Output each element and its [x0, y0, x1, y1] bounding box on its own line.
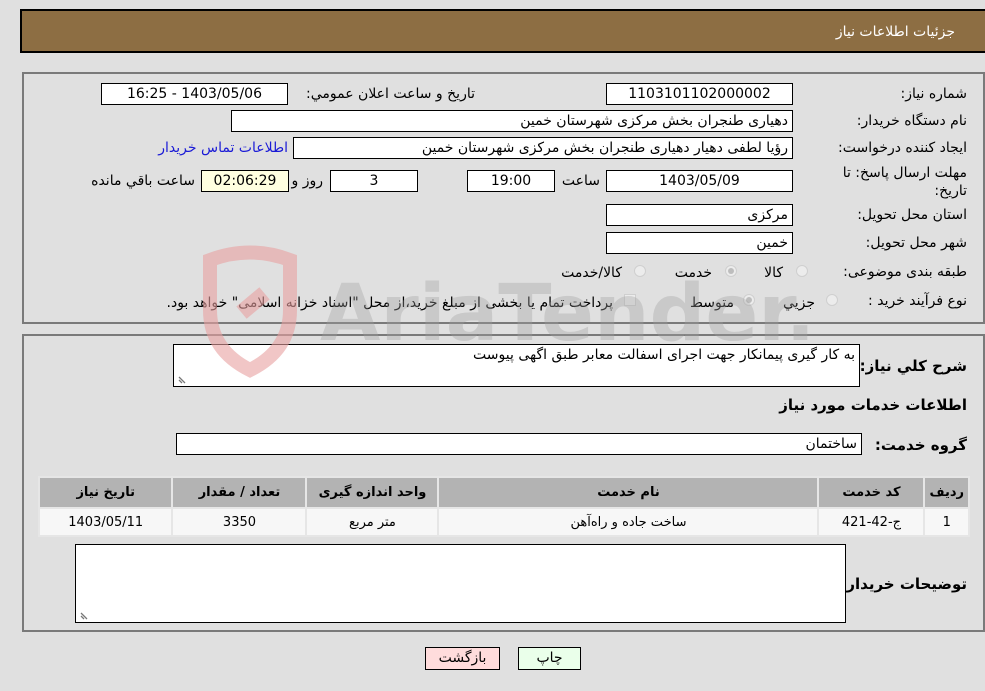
deadline-time-field[interactable]: 19:00	[467, 170, 555, 192]
category-radio-goods[interactable]	[796, 265, 808, 277]
cell-unit: متر مربع	[305, 507, 440, 537]
print-button[interactable]: چاپ	[518, 647, 581, 670]
back-button[interactable]: بازگشت	[425, 647, 500, 670]
category-radio-goods-service[interactable]	[634, 265, 646, 277]
treasury-checkbox[interactable]	[624, 294, 636, 306]
description-text: به کار گیری پیمانکار جهت اجرای اسفالت مع…	[473, 347, 855, 363]
buyer-notes-textarea[interactable]	[75, 544, 846, 623]
col-date: تاریخ نیاز	[37, 476, 174, 509]
province-field[interactable]: مرکزی	[606, 204, 793, 226]
cell-date: 1403/05/11	[37, 507, 174, 537]
table-row: 1 ج-42-421 ساخت جاده و راه‌آهن متر مربع …	[37, 507, 970, 537]
creator-field[interactable]: رؤیا لطفی دهیار دهیاری طنجران بخش مرکزی …	[293, 137, 793, 159]
buyer-contact-link[interactable]: اطلاعات تماس خریدار	[158, 140, 288, 156]
table-header-row: ردیف کد خدمت نام خدمت واحد اندازه گیری ت…	[37, 476, 970, 509]
need-number-label: شماره نیاز:	[900, 86, 968, 102]
resize-grip-icon[interactable]	[79, 610, 89, 620]
need-number-field[interactable]: 1103101102000002	[606, 83, 793, 105]
process-label: نوع فرآیند خرید :	[868, 293, 967, 309]
category-label: طبقه بندی موضوعی:	[843, 264, 967, 280]
category-radio-service[interactable]	[725, 265, 737, 277]
process-option-minor: جزیي	[783, 295, 815, 311]
category-option-service: خدمت	[674, 265, 712, 281]
description-textarea[interactable]: به کار گیری پیمانکار جهت اجرای اسفالت مع…	[173, 344, 860, 387]
description-label: شرح کلي نیاز:	[859, 357, 967, 375]
province-label: استان محل تحویل:	[857, 207, 967, 223]
category-option-goods-service: کالا/خدمت	[561, 265, 622, 281]
deadline-date-field[interactable]: 1403/05/09	[606, 170, 793, 192]
resize-grip-icon[interactable]	[177, 374, 187, 384]
city-field[interactable]: خمین	[606, 232, 793, 254]
announce-datetime-field[interactable]: 1403/05/06 - 16:25	[101, 83, 288, 105]
buyer-org-label: نام دستگاه خریدار:	[856, 113, 967, 129]
days-label: روز و	[291, 173, 324, 189]
process-radio-minor[interactable]	[826, 294, 838, 306]
service-group-field[interactable]: ساختمان	[176, 433, 862, 455]
col-name: نام خدمت	[437, 476, 820, 509]
col-row: ردیف	[923, 476, 970, 509]
remaining-label: ساعت باقي مانده	[91, 173, 195, 189]
buyer-notes-label: توضیحات خریدار:	[840, 575, 967, 593]
announce-label: تاریخ و ساعت اعلان عمومي:	[306, 86, 475, 102]
buyer-org-field[interactable]: دهیاری طنجران بخش مرکزی شهرستان خمین	[231, 110, 793, 132]
page-title: جزئیات اطلاعات نیاز	[835, 24, 955, 40]
cell-code: ج-42-421	[817, 507, 926, 537]
process-option-medium: متوسط	[690, 295, 734, 311]
service-group-label: گروه خدمت:	[874, 436, 967, 454]
process-radio-medium[interactable]	[743, 294, 755, 306]
deadline-label: مهلت ارسال پاسخ: تا تاریخ:	[842, 165, 967, 199]
services-section-title: اطلاعات خدمات مورد نیاز	[779, 396, 967, 414]
col-qty: تعداد / مقدار	[171, 476, 308, 509]
col-code: کد خدمت	[817, 476, 926, 509]
days-remaining-field[interactable]: 3	[330, 170, 418, 192]
creator-label: ایجاد کننده درخواست:	[838, 140, 967, 156]
treasury-note: پرداخت تمام یا بخشی از مبلغ خرید،از محل …	[166, 295, 613, 311]
cell-qty: 3350	[171, 507, 308, 537]
remaining-time-field[interactable]: 02:06:29	[201, 170, 289, 192]
page-header: جزئیات اطلاعات نیاز	[20, 9, 985, 53]
col-unit: واحد اندازه گیری	[305, 476, 440, 509]
services-table-wrap: ردیف کد خدمت نام خدمت واحد اندازه گیری ت…	[37, 476, 970, 537]
cell-row: 1	[923, 507, 970, 537]
cell-name: ساخت جاده و راه‌آهن	[437, 507, 820, 537]
category-option-goods: کالا	[764, 265, 783, 281]
deadline-time-label: ساعت	[561, 173, 600, 189]
services-table: ردیف کد خدمت نام خدمت واحد اندازه گیری ت…	[37, 476, 970, 537]
city-label: شهر محل تحویل:	[865, 235, 967, 251]
